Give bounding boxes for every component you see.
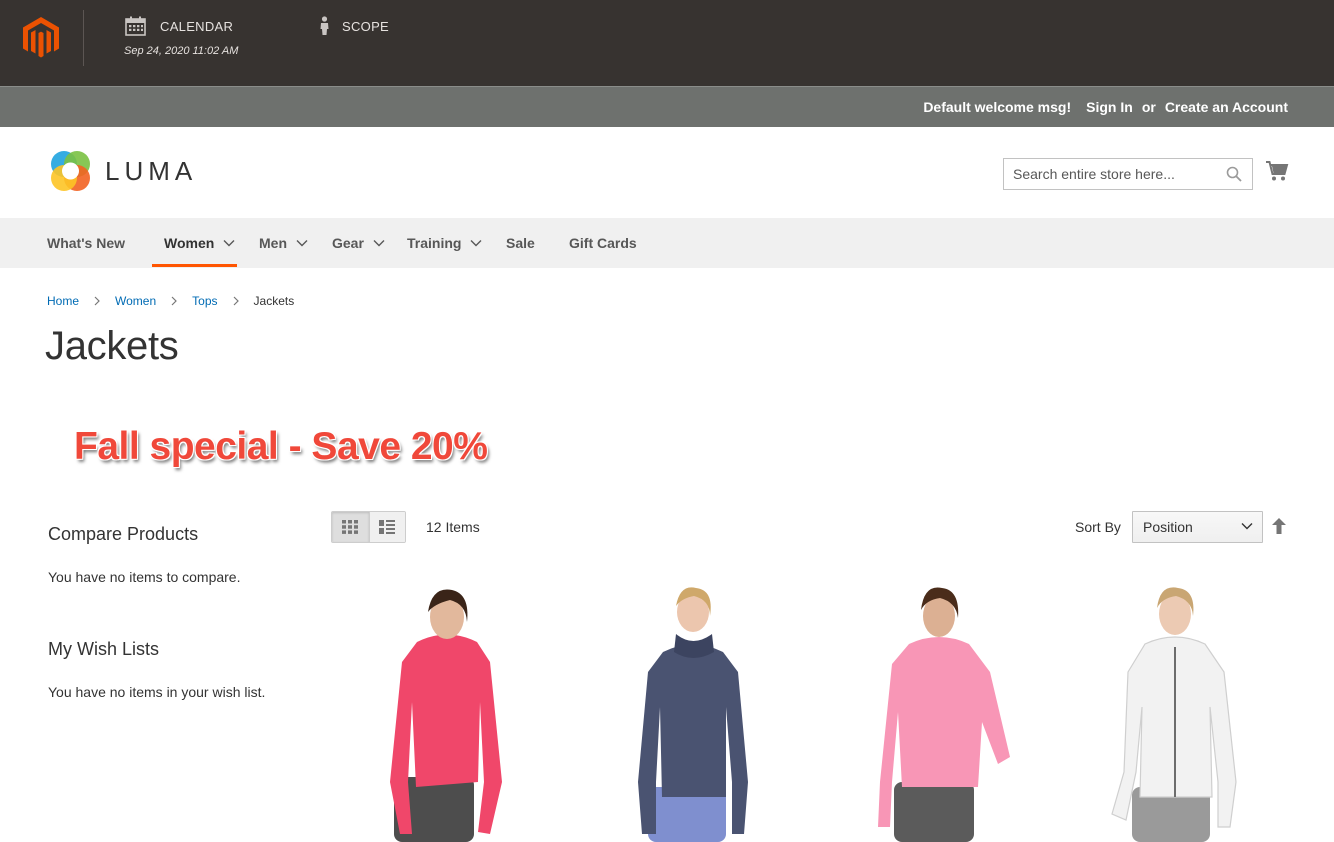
- chevron-right-icon: [233, 296, 239, 306]
- product-photo-2: [638, 587, 748, 842]
- nav-item-label: Sale: [506, 235, 535, 251]
- product-image[interactable]: [864, 582, 1014, 842]
- calendar-label: CALENDAR: [160, 18, 234, 34]
- toolbar-item-count: 12 Items: [426, 519, 480, 535]
- product-collar: [674, 634, 714, 658]
- admin-preview-bar: CALENDAR Sep 24, 2020 11:02 AM SCOPE: [0, 0, 1334, 86]
- calendar-control[interactable]: CALENDAR: [125, 16, 233, 36]
- or-text: or: [1141, 99, 1156, 115]
- view-mode-switcher: [331, 511, 406, 543]
- list-view-button[interactable]: [368, 512, 405, 542]
- breadcrumb-home[interactable]: Home: [47, 294, 79, 308]
- promo-banner: Fall special - Save 20%: [74, 425, 488, 468]
- chevron-down-icon: [470, 239, 482, 247]
- nav-item-label: Gear: [332, 235, 364, 251]
- chevron-down-icon: [373, 239, 385, 247]
- wishlist-title: My Wish Lists: [48, 639, 160, 659]
- admin-divider: [83, 10, 84, 66]
- scope-label: SCOPE: [342, 18, 390, 34]
- nav-item-whats-new[interactable]: What's New: [47, 218, 125, 268]
- page-title: Jackets: [45, 324, 179, 368]
- calendar-date: Sep 24, 2020 11:02 AM: [124, 45, 239, 57]
- breadcrumb: Home Women Tops Jackets: [47, 294, 294, 308]
- product-photo-3: [878, 587, 1010, 842]
- chevron-down-icon: [296, 239, 308, 247]
- logo-text: LUMA: [105, 156, 198, 186]
- panel-header: Default welcome msg! Sign In or Create a…: [0, 86, 1334, 127]
- cart-icon[interactable]: [1265, 160, 1289, 187]
- nav-item-label: Gift Cards: [569, 235, 637, 251]
- person-icon: [319, 16, 330, 36]
- scope-control[interactable]: SCOPE: [319, 16, 389, 36]
- list-icon: [379, 520, 396, 534]
- compare-products-title: Compare Products: [48, 524, 199, 544]
- nav-item-label: Training: [407, 235, 462, 251]
- sort-by-select[interactable]: Position: [1132, 511, 1263, 543]
- product-image[interactable]: [1100, 582, 1250, 842]
- wishlist-empty-text: You have no items in your wish list.: [48, 684, 266, 700]
- create-account-link[interactable]: Create an Account: [1165, 99, 1288, 115]
- product-image[interactable]: [372, 582, 522, 842]
- breadcrumb-women[interactable]: Women: [115, 294, 156, 308]
- chevron-right-icon: [171, 296, 178, 306]
- breadcrumb-current: Jackets: [253, 294, 295, 308]
- grid-view-button[interactable]: [332, 512, 369, 542]
- nav-item-label: Men: [259, 235, 287, 251]
- sign-in-link[interactable]: Sign In: [1086, 99, 1133, 115]
- search-box: [1003, 158, 1253, 190]
- chevron-right-icon: [94, 296, 100, 306]
- luma-logo-icon: [51, 151, 90, 191]
- nav-item-gift-cards[interactable]: Gift Cards: [569, 218, 637, 268]
- product-photo-1: [390, 589, 502, 842]
- magento-logo-icon[interactable]: [22, 16, 60, 60]
- nav-item-women[interactable]: Women: [164, 218, 235, 268]
- nav-active-indicator: [152, 264, 237, 267]
- chevron-down-icon: [1241, 522, 1253, 530]
- chevron-down-icon: [223, 239, 235, 247]
- nav-item-sale[interactable]: Sale: [506, 218, 535, 268]
- compare-products-empty-text: You have no items to compare.: [48, 569, 241, 585]
- grid-icon: [342, 520, 359, 534]
- calendar-icon: [125, 16, 146, 36]
- sort-direction-arrow-icon[interactable]: [1272, 518, 1286, 539]
- product-image[interactable]: [618, 582, 768, 842]
- product-photo-4: [1111, 587, 1237, 842]
- search-input[interactable]: [1004, 159, 1214, 189]
- luma-logo[interactable]: LUMA: [48, 149, 197, 194]
- nav-item-training[interactable]: Training: [407, 218, 482, 268]
- nav-item-men[interactable]: Men: [259, 218, 308, 268]
- nav-item-label: What's New: [47, 235, 126, 251]
- product-pants: [894, 782, 974, 842]
- sort-by-label: Sort By: [1075, 519, 1121, 535]
- sort-by-value: Position: [1143, 519, 1193, 535]
- main-navigation: What's New Women Men Gear Training Sale …: [0, 218, 1334, 268]
- search-icon[interactable]: [1226, 166, 1242, 187]
- welcome-message: Default welcome msg!: [923, 99, 1072, 115]
- nav-item-label: Women: [164, 235, 215, 251]
- breadcrumb-tops[interactable]: Tops: [192, 294, 217, 308]
- nav-item-gear[interactable]: Gear: [332, 218, 385, 268]
- header-links: Default welcome msg! Sign In or Create a…: [908, 99, 1288, 115]
